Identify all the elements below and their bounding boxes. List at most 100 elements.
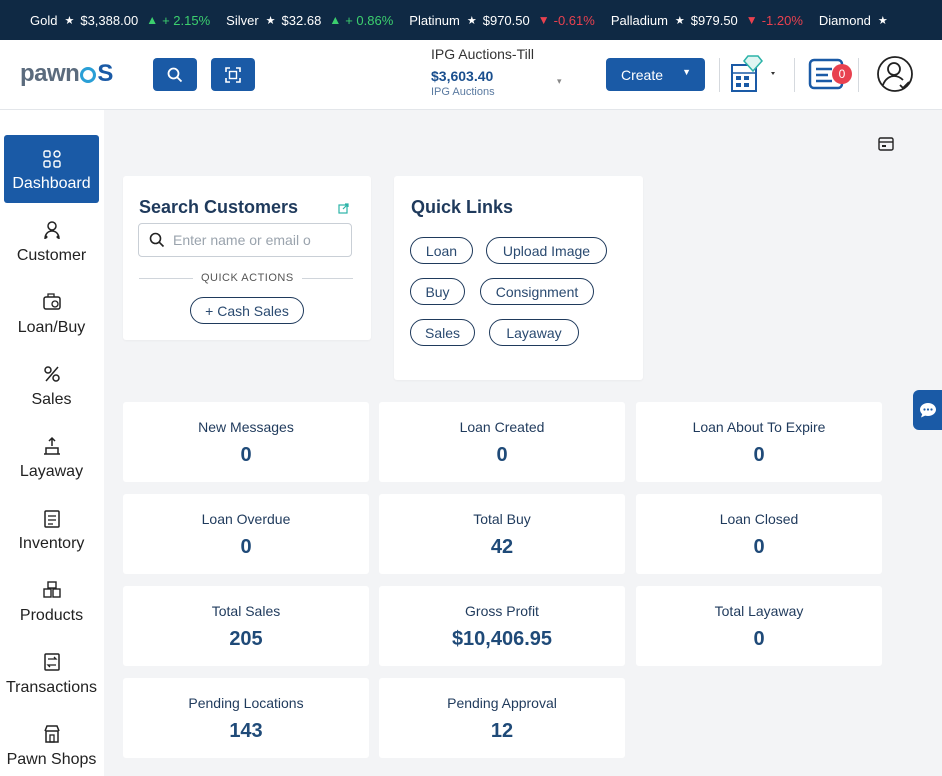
arrow-up-icon: ▲	[329, 13, 342, 27]
notification-count-badge: 0	[832, 64, 852, 84]
sidebar-item-layaway[interactable]: Layaway	[4, 423, 99, 491]
star-icon: ★	[265, 14, 276, 27]
sidebar-item-loan-buy[interactable]: Loan/Buy	[4, 279, 99, 347]
quick-links-title: Quick Links	[411, 197, 514, 217]
stat-new-messages[interactable]: New Messages 0	[123, 402, 369, 482]
ticker-item-palladium: Palladium ★ $979.50 ▼ -1.20%	[611, 13, 803, 28]
stat-value: 42	[490, 536, 514, 558]
star-icon: ★	[64, 14, 75, 27]
star-icon: ★	[674, 14, 685, 27]
pawnos-logo[interactable]: pawn S	[20, 60, 113, 88]
star-icon: ★	[877, 14, 888, 27]
stat-loan-closed[interactable]: Loan Closed 0	[636, 494, 882, 574]
caret-down-icon: ▼	[682, 67, 691, 77]
search-icon	[149, 232, 165, 248]
sidebar-item-products[interactable]: Products	[4, 567, 99, 635]
create-label: Create	[621, 66, 664, 83]
chat-bubble-icon	[919, 403, 936, 418]
stat-value: $10,406.95	[451, 628, 553, 650]
till-name: IPG Auctions-Till	[431, 46, 534, 62]
search-button[interactable]	[153, 58, 197, 91]
stat-value: 0	[240, 444, 252, 466]
ticker-change: -1.20%	[761, 12, 803, 28]
inventory-icon	[43, 508, 61, 528]
stat-gross-profit[interactable]: Gross Profit $10,406.95	[379, 586, 625, 666]
sidebar-item-label: Customer	[16, 247, 87, 264]
till-amount: $3,603.40	[431, 68, 494, 84]
sidebar-item-label: Inventory	[18, 535, 85, 552]
stat-pending-approval[interactable]: Pending Approval 12	[379, 678, 625, 758]
ticker-change: + 0.86%	[345, 12, 394, 28]
calendar-layout-icon	[878, 137, 894, 151]
logo-suffix: S	[97, 60, 113, 87]
till-location: IPG Auctions	[431, 86, 495, 98]
layout-toggle-button[interactable]	[878, 137, 894, 156]
pawn-shops-icon	[43, 724, 61, 744]
stat-label: Gross Profit	[465, 603, 539, 619]
sidebar-item-label: Transactions	[6, 679, 97, 696]
stat-label: Loan Overdue	[201, 511, 291, 527]
stat-value: 12	[490, 720, 514, 742]
loan-icon	[42, 292, 62, 312]
customer-search-input[interactable]	[173, 232, 343, 248]
stat-value: 0	[753, 628, 765, 650]
logo-text: pawn	[20, 60, 80, 87]
arrow-down-icon: ▼	[537, 13, 550, 27]
divider	[794, 58, 795, 92]
quick-link-layaway[interactable]: Layaway	[489, 319, 579, 346]
sidebar-item-dashboard[interactable]: Dashboard	[4, 135, 99, 203]
quick-actions-label: QUICK ACTIONS	[193, 272, 302, 284]
user-check-icon	[877, 56, 913, 92]
sidebar-item-label: Loan/Buy	[17, 319, 86, 336]
quick-link-buy[interactable]: Buy	[410, 278, 465, 305]
sidebar-item-transactions[interactable]: Transactions	[4, 639, 99, 707]
store-diamond-icon	[731, 55, 775, 92]
chat-button[interactable]	[913, 390, 942, 430]
stat-label: Pending Locations	[188, 695, 304, 711]
create-button[interactable]: Create ▼	[606, 58, 705, 91]
transactions-icon	[43, 652, 61, 672]
sidebar-item-customer[interactable]: Customer	[4, 207, 99, 275]
quick-links-card: Quick Links Loan Upload Image Buy Consig…	[394, 176, 643, 380]
user-profile-button[interactable]	[876, 55, 914, 98]
ticker-name: Diamond	[818, 12, 871, 28]
stat-loan-overdue[interactable]: Loan Overdue 0	[123, 494, 369, 574]
sales-icon	[42, 364, 62, 384]
ticker-item-platinum: Platinum ★ $970.50 ▼ -0.61%	[409, 13, 595, 28]
stat-pending-locations[interactable]: Pending Locations 143	[123, 678, 369, 758]
ticker-price: $970.50	[482, 12, 530, 28]
dashboard-icon	[42, 150, 61, 168]
ticker-item-gold: Gold ★ $3,388.00 ▲ + 2.15%	[30, 13, 210, 28]
stat-label: Total Sales	[211, 603, 281, 619]
divider	[858, 58, 859, 92]
sidebar-item-sales[interactable]: Sales	[4, 351, 99, 419]
store-diamond-menu[interactable]	[730, 55, 780, 100]
stat-loan-created[interactable]: Loan Created 0	[379, 402, 625, 482]
quick-link-loan[interactable]: Loan	[410, 237, 473, 264]
sidebar-item-pawn-shops[interactable]: Pawn Shops	[4, 711, 99, 776]
ticker-item-silver: Silver ★ $32.68 ▲ + 0.86%	[226, 13, 393, 28]
ticker-price: $979.50	[690, 12, 738, 28]
stat-total-buy[interactable]: Total Buy 42	[379, 494, 625, 574]
scan-button[interactable]	[211, 58, 255, 91]
arrow-up-icon: ▲	[146, 13, 159, 27]
arrow-down-icon: ▼	[745, 13, 758, 27]
customer-search-field[interactable]	[138, 223, 352, 257]
ticker-change: + 2.15%	[162, 12, 211, 28]
customer-icon	[43, 220, 61, 240]
stat-loan-about-to-expire[interactable]: Loan About To Expire 0	[636, 402, 882, 482]
ticker-name: Palladium	[610, 12, 668, 28]
ticker-item-diamond: Diamond ★	[819, 13, 894, 28]
barcode-scan-icon	[225, 66, 241, 83]
quick-link-upload-image[interactable]: Upload Image	[486, 237, 607, 264]
stat-total-sales[interactable]: Total Sales 205	[123, 586, 369, 666]
till-selector[interactable]: IPG Auctions-Till $3,603.40 IPG Auctions…	[431, 46, 591, 98]
sidebar-item-label: Products	[19, 607, 84, 624]
sidebar-item-inventory[interactable]: Inventory	[4, 495, 99, 563]
external-link-icon[interactable]	[338, 201, 349, 219]
quick-link-consignment[interactable]: Consignment	[480, 278, 594, 305]
cash-sales-button[interactable]: + Cash Sales	[190, 297, 304, 324]
sidebar-item-label: Layaway	[19, 463, 84, 480]
quick-link-sales[interactable]: Sales	[410, 319, 475, 346]
stat-total-layaway[interactable]: Total Layaway 0	[636, 586, 882, 666]
